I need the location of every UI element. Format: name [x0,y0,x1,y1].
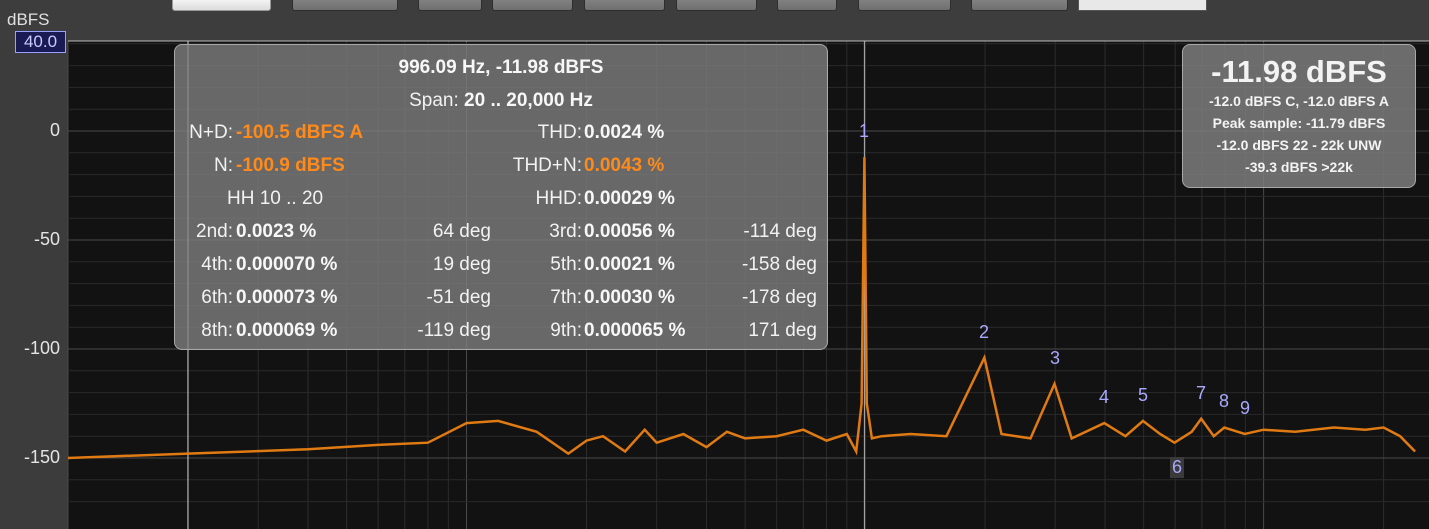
span-label: Span: [409,90,459,111]
harmonic-marker-5: 5 [1138,385,1149,405]
thd-value: 0.0024 % [584,122,665,143]
y-axis-unit: dBFS [7,10,50,29]
fundamental-readout: 996.09 Hz, -11.98 dBFS [398,57,604,78]
harmonic-value: 0.00021 % [584,254,675,275]
peak-level-panel: -11.98 dBFS -12.0 dBFS C, -12.0 dBFS A P… [1182,44,1416,188]
harmonic-label: 8th: [201,320,233,341]
span-readout: Span: 20 .. 20,000 Hz [175,90,827,112]
hhd-label: HHD: [535,188,582,209]
harmonic-value: 0.000073 % [236,287,338,308]
harmonic-label: 5th: [550,254,582,275]
harmonic-label: 2nd: [196,221,233,242]
y-tick-label: 0 [49,120,60,140]
peak-level-readout: -11.98 dBFS [1211,54,1387,89]
harmonic-value: 0.000070 % [236,254,338,275]
harmonic-phase: -119 deg [417,320,491,341]
y-tick-label: -150 [23,447,60,467]
nd-label: N+D: [189,122,233,143]
harmonic-phase: -51 deg [426,287,491,308]
nd-value: -100.5 dBFS A [236,122,364,143]
harmonic-marker-3: 3 [1050,348,1061,368]
harmonic-label: 4th: [201,254,233,275]
n-label: N: [214,155,233,176]
harmonic-phase: -158 deg [741,254,817,275]
harmonic-marker-4: 4 [1099,387,1110,407]
harmonic-marker-8: 8 [1219,391,1230,411]
distortion-info-panel: 996.09 Hz, -11.98 dBFS Span: 20 .. 20,00… [174,44,828,350]
harmonic-value: 0.000065 % [584,320,686,341]
thd-label: THD: [537,122,582,143]
harmonic-marker-7: 7 [1196,383,1207,403]
y-axis-range-field[interactable]: 40.0 [15,31,66,53]
span-value: 20 .. 20,000 Hz [464,90,593,111]
unweighted-level: -12.0 dBFS 22 - 22k UNW [1216,137,1382,153]
harmonic-value: 0.000069 % [236,320,338,341]
harmonic-marker-2: 2 [979,322,990,342]
harmonic-value: 0.00056 % [584,221,675,242]
y-tick-label: -100 [23,338,60,358]
harmonic-label: 6th: [201,287,233,308]
harmonic-value: 0.00030 % [584,287,675,308]
harmonic-value: 0.0023 % [236,221,317,242]
hh-range-label: HH 10 .. 20 [227,188,324,209]
hhd-value: 0.00029 % [584,188,675,209]
harmonic-phase: -178 deg [741,287,817,308]
weighted-levels: -12.0 dBFS C, -12.0 dBFS A [1209,93,1389,109]
harmonic-phase: 64 deg [432,221,491,242]
thdn-value: 0.0043 % [584,155,665,176]
thdn-label: THD+N: [512,155,582,176]
harmonic-phase: -114 deg [743,221,817,242]
ultrasonic-level: -39.3 dBFS >22k [1245,159,1353,175]
y-tick-label: -50 [33,229,60,249]
harmonic-marker-9: 9 [1240,398,1251,418]
peak-sample-readout: Peak sample: -11.79 dBFS [1212,115,1386,131]
harmonic-marker-1: 1 [859,121,870,141]
harmonic-label: 3rd: [549,221,582,242]
harmonic-phase: 19 deg [432,254,491,275]
harmonic-phase: 171 deg [748,320,817,341]
n-value: -100.9 dBFS [236,155,345,176]
harmonic-label: 7th: [550,287,582,308]
harmonic-marker-6: 6 [1170,457,1185,478]
harmonic-label: 9th: [550,320,582,341]
